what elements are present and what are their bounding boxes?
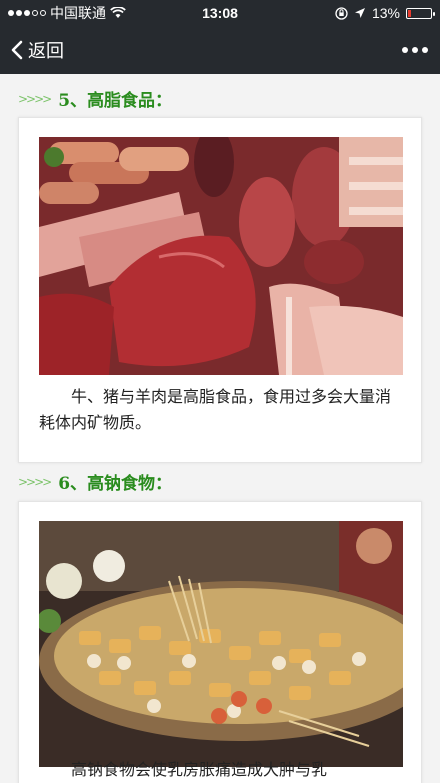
back-button[interactable]: 返回	[10, 26, 64, 74]
skewer-food-photo	[39, 521, 403, 767]
section-caption: 高钠食物会使乳房胀痛造成大肿与乳	[71, 760, 328, 779]
nav-bar: 返回	[0, 26, 440, 74]
section-number: 6、	[58, 474, 88, 494]
section-heading: >>>> 5、高脂食品：	[18, 86, 172, 111]
chevron-left-icon	[11, 40, 23, 60]
battery-icon	[406, 7, 435, 19]
battery-percent: 13%	[371, 5, 400, 21]
meat-photo	[39, 137, 403, 375]
section-title: 高钠食物：	[87, 474, 173, 494]
orientation-lock-icon	[335, 6, 348, 20]
status-bar: 中国联通 13:08 13%	[0, 0, 440, 26]
chevron-arrows-icon: >>>>	[18, 91, 52, 106]
section-card: 牛、猪与羊肉是高脂食品，食用过多会大量消耗体内矿物质。	[18, 117, 422, 463]
more-dots-icon[interactable]	[402, 26, 428, 74]
chevron-arrows-icon: >>>>	[18, 474, 52, 489]
article-content: >>>> 5、高脂食品： 牛、猪与羊肉是高脂食品，食用过多会大量消耗体内矿物质。…	[0, 74, 440, 783]
section-caption: 牛、猪与羊肉是高脂食品，食用过多会大量消耗体内矿物质。	[39, 387, 392, 432]
section-heading: >>>> 6、高钠食物：	[18, 469, 172, 494]
location-arrow-icon	[354, 8, 365, 18]
battery-level	[408, 9, 411, 17]
status-right: 13%	[335, 0, 435, 26]
section-title: 高脂食品：	[87, 91, 173, 111]
section-number: 5、	[58, 91, 88, 111]
section-card: 高钠食物会使乳房胀痛造成大肿与乳	[18, 501, 422, 783]
back-label: 返回	[28, 41, 64, 62]
